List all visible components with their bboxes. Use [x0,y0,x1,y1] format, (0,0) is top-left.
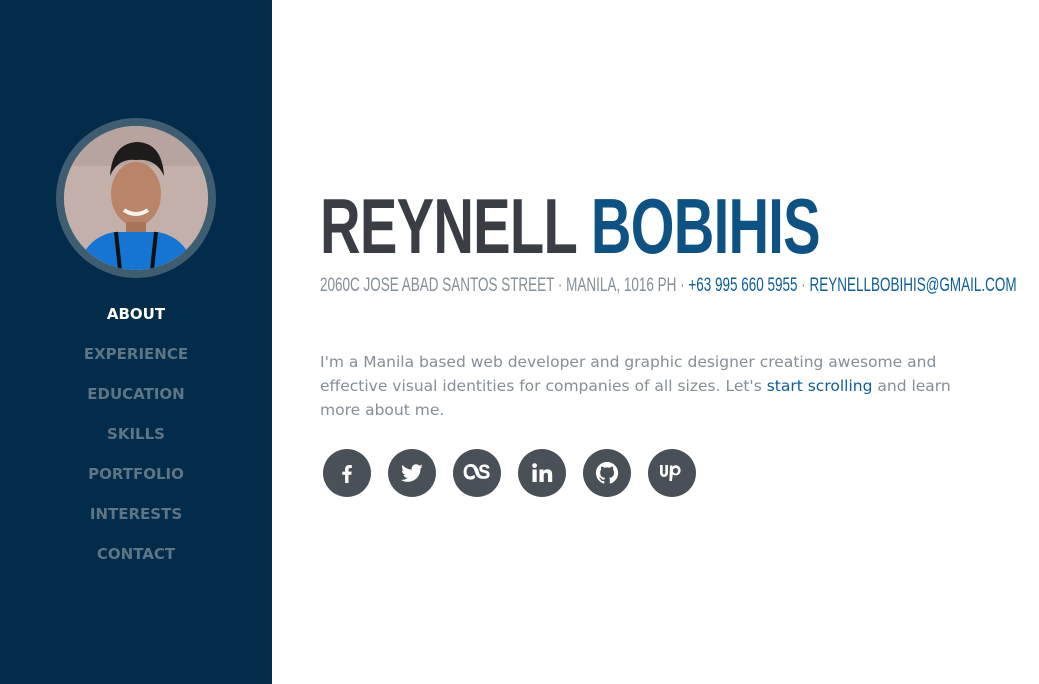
nav-item-portfolio[interactable]: PORTFOLIO [0,458,272,498]
nav-item-experience[interactable]: EXPERIENCE [0,338,272,378]
lastfm-button[interactable] [453,449,501,497]
phone-link[interactable]: +63 995 660 5955 [688,275,797,296]
github-icon [595,461,619,484]
sidebar: ABOUT EXPERIENCE EDUCATION SKILLS PORTFO… [0,0,272,684]
start-scrolling-link[interactable]: start scrolling [767,377,873,395]
about-section: REYNELL BOBIHIS 2060C Jose Abad Santos S… [320,0,1020,684]
github-button[interactable] [583,449,631,497]
linkedin-button[interactable] [518,449,566,497]
nav-menu: ABOUT EXPERIENCE EDUCATION SKILLS PORTFO… [0,298,272,578]
facebook-button[interactable] [323,449,371,497]
nav-item-about[interactable]: ABOUT [0,298,272,338]
nav-item-interests[interactable]: INTERESTS [0,498,272,538]
page-title: REYNELL BOBIHIS [320,178,821,274]
intro-paragraph: I'm a Manila based web developer and gra… [320,350,990,422]
twitter-icon [400,464,423,482]
address-text: 2060C Jose Abad Santos Street · Manila, … [320,275,685,296]
nav-item-contact[interactable]: CONTACT [0,538,272,578]
avatar[interactable] [64,126,208,270]
email-link[interactable]: REYNELLBOBIHIS@GMAIL.COM [810,275,1017,296]
upwork-icon [660,465,681,481]
nav-item-skills[interactable]: SKILLS [0,418,272,458]
nav-item-education[interactable]: EDUCATION [0,378,272,418]
first-name: REYNELL [320,182,577,270]
linkedin-icon [532,463,553,482]
social-icons [323,449,696,497]
contact-line: 2060C Jose Abad Santos Street · Manila, … [320,274,1017,298]
upwork-button[interactable] [648,449,696,497]
avatar-ring [56,118,216,278]
last-name: BOBIHIS [590,182,821,270]
lastfm-icon [463,464,490,480]
avatar-photo [64,126,208,270]
facebook-icon [342,465,352,483]
contact-separator: · [797,275,810,296]
twitter-button[interactable] [388,449,436,497]
